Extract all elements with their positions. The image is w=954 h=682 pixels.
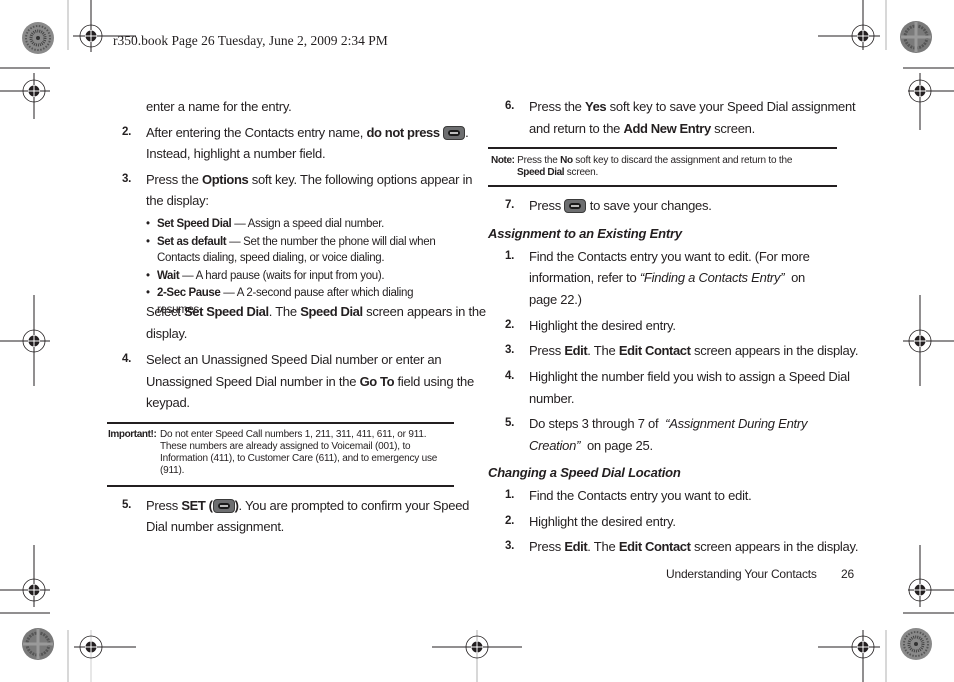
step-text: After entering the Contacts entry name, …	[146, 125, 469, 140]
end-key-icon	[443, 126, 466, 140]
select-instruction: Select Set Speed Dial. The Speed Dial sc…	[146, 304, 486, 319]
step-text: Press Edit. The Edit Contact screen appe…	[529, 343, 859, 358]
note-callout: Note: Press the No soft key to discard t…	[491, 155, 793, 178]
note-top-rule	[488, 147, 837, 149]
section-heading-existing-entry: Assignment to an Existing Entry	[488, 226, 682, 241]
step-text-line2: information, refer to “Finding a Contact…	[529, 270, 806, 285]
important-label: Important!:	[108, 429, 157, 440]
step-number: 1.	[505, 489, 515, 501]
step-number: 2.	[505, 515, 515, 527]
step-number: 5.	[505, 417, 515, 429]
cross-reference-link[interactable]: “Assignment During Entry	[665, 416, 807, 431]
list-item: • Set Speed Dial — Assign a speed dial nu…	[146, 218, 385, 230]
step-number: 1.	[505, 250, 515, 262]
step-text: Find the Contacts entry you want to edit…	[529, 249, 810, 264]
step-text: Highlight the desired entry.	[529, 318, 676, 333]
page-number: 26	[841, 567, 854, 581]
step-text: Highlight the number field you wish to a…	[529, 369, 850, 384]
step-number: 5.	[122, 499, 132, 511]
end-key-icon	[212, 499, 235, 513]
note-bottom-rule	[488, 185, 837, 187]
step-number: 3.	[505, 344, 515, 356]
left-column: enter a name for the entry. 2. After ent…	[0, 0, 486, 682]
step-text: Find the Contacts entry you want to edit…	[529, 488, 752, 503]
step-text-line2: Unassigned Speed Dial number in the Go T…	[146, 374, 475, 389]
step-text-line3: page 22.)	[529, 292, 582, 307]
cross-reference-link[interactable]: “Finding a Contacts Entry”	[640, 270, 785, 285]
select-instruction-line2: display.	[146, 326, 188, 341]
step-text-line2: and return to the Add New Entry screen.	[529, 121, 756, 136]
step-text-line2: number.	[529, 391, 575, 406]
step-text: Press SET (). You are prompted to confir…	[146, 498, 470, 513]
important-top-rule	[107, 422, 454, 424]
step-text: Press Edit. The Edit Contact screen appe…	[529, 539, 859, 554]
right-column: 6. Press the Yes soft key to save your S…	[477, 0, 954, 682]
step-text: Select an Unassigned Speed Dial number o…	[146, 352, 442, 367]
step-number: 6.	[505, 100, 515, 112]
step-text: Press the Yes soft key to save your Spee…	[529, 99, 856, 114]
step-number: 3.	[505, 540, 515, 552]
step-number: 7.	[505, 199, 515, 211]
section-heading-changing-location: Changing a Speed Dial Location	[488, 465, 681, 480]
continuation-text: enter a name for the entry.	[146, 99, 292, 114]
step-text: Press to save your changes.	[529, 198, 712, 213]
step-text-line2: the display:	[146, 193, 209, 208]
step-text-line2: Creation” on page 25.	[529, 438, 653, 453]
footer-section-name: Understanding Your Contacts	[666, 567, 817, 581]
step-number: 2.	[505, 319, 515, 331]
step-number: 4.	[122, 353, 132, 365]
step-number: 3.	[122, 173, 132, 185]
list-item: • Wait — A hard pause (waits for input fr…	[146, 269, 385, 282]
important-text: Do not enter Speed Call numbers 1, 211, …	[160, 429, 438, 476]
step-number: 2.	[122, 126, 132, 138]
step-number: 4.	[505, 370, 515, 382]
list-item: • Set as default — Set the number the pho…	[146, 235, 436, 265]
step-text-line3: keypad.	[146, 395, 190, 410]
step-text: Do steps 3 through 7 of “Assignment Duri…	[529, 416, 808, 431]
note-label: Note:	[491, 155, 515, 166]
step-text-line2: Instead, highlight a number field.	[146, 146, 326, 161]
step-text: Highlight the desired entry.	[529, 514, 676, 529]
page-footer: Understanding Your Contacts 26	[666, 564, 854, 586]
end-key-icon	[564, 199, 587, 213]
important-bottom-rule	[107, 485, 454, 487]
step-text: Press the Options soft key. The followin…	[146, 172, 473, 187]
step-text-line2: Dial number assignment.	[146, 519, 285, 534]
